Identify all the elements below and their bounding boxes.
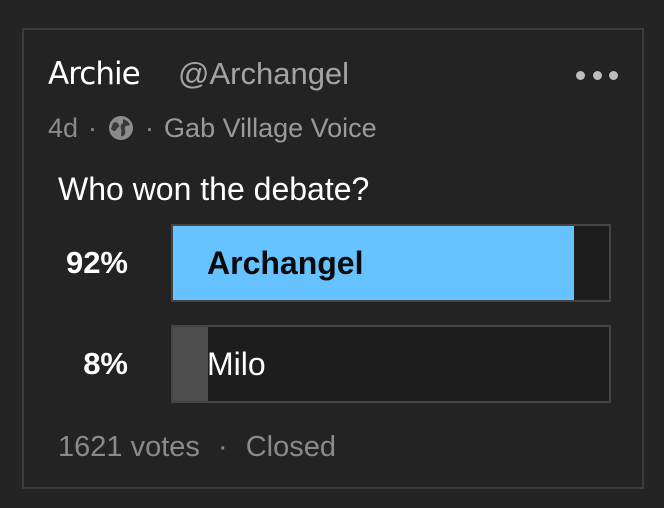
globe-icon [107,114,135,142]
option-label: Milo [207,346,266,382]
vote-count: 1621 votes [58,431,200,463]
more-horizontal-icon [592,70,602,80]
post-meta: 4d · · Gab Village Voice [48,110,377,146]
meta-separator: · [88,113,98,143]
poll-option-bar[interactable]: Milo [171,325,611,403]
group-link[interactable]: Gab Village Voice [164,110,377,146]
option-percent: 92% [65,245,128,280]
more-horizontal-icon [576,70,585,80]
poll-footer: 1621 votes · Closed [58,428,336,466]
poll-option: 92% Archangel [24,224,642,302]
poll-option: 8% Milo [24,325,642,403]
option-fill [173,327,208,401]
poll-post-card: Archie @Archangel 4d · · Gab Village Voi… [22,28,644,489]
more-options-button[interactable] [576,70,618,80]
footer-separator: · [217,431,228,463]
option-label: Archangel [207,245,364,281]
poll-question: Who won the debate? [58,171,370,207]
author-name[interactable]: Archie [48,54,141,94]
more-horizontal-icon [609,70,618,80]
meta-separator: · [145,113,155,143]
poll-option-bar[interactable]: Archangel [171,224,611,302]
author-handle[interactable]: @Archangel [178,54,349,94]
poll-status: Closed [245,431,336,463]
option-percent: 8% [83,346,128,381]
post-age[interactable]: 4d [48,110,78,146]
